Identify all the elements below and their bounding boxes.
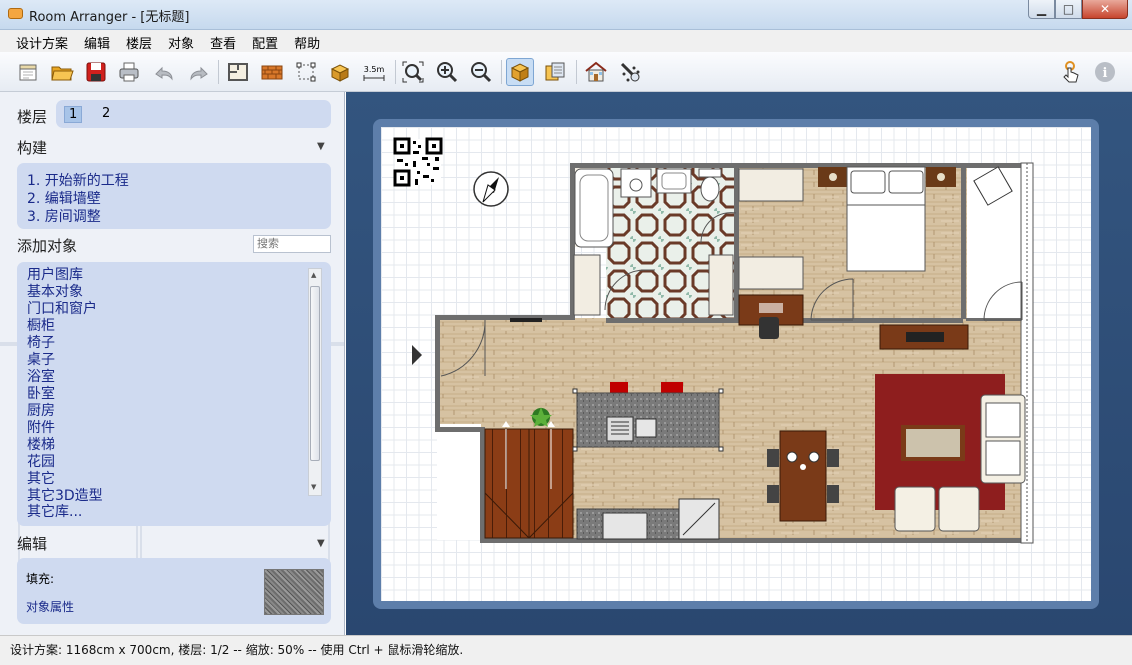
info-icon[interactable]: i [1091,58,1119,86]
measure-button[interactable]: 3.5m [360,58,388,86]
wall-icon[interactable] [258,58,286,86]
compass-icon [473,171,509,207]
new-icon[interactable] [14,58,42,86]
scroll-thumb[interactable] [310,286,320,461]
build-collapse-icon[interactable]: ▼ [317,141,325,152]
menu-bar: 设计方案 编辑 楼层 对象 查看 配置 帮助 [0,30,1132,52]
help-touch-icon[interactable] [1057,58,1085,86]
title-bar: Room Arranger - [无标题] ▁ □ ✕ [0,0,1132,30]
step-new-project[interactable]: 1. 开始新的工程 [27,170,129,190]
menu-object[interactable]: 对象 [160,30,202,52]
more-libraries-link[interactable]: 其它库... [27,504,317,521]
scroll-down-icon[interactable]: ▼ [311,483,316,491]
object-icon[interactable] [326,58,354,86]
toolbar: 3.5m i [0,52,1132,92]
list-item[interactable]: 椅子 [27,335,55,352]
menu-view[interactable]: 查看 [202,30,244,52]
list-item[interactable]: 其它 [27,471,55,488]
zoom-fit-icon[interactable] [399,58,427,86]
list-item[interactable]: 其它3D造型 [27,488,103,505]
qr-code-icon [393,137,443,187]
view-layers-icon[interactable] [541,58,569,86]
redo-icon[interactable] [185,58,213,86]
list-item[interactable]: 桌子 [27,352,55,369]
print-icon[interactable] [115,58,143,86]
svg-text:i: i [1103,66,1108,81]
list-item[interactable]: 卧室 [27,386,55,403]
build-steps: 1. 开始新的工程 2. 编辑墙壁 3. 房间调整 [17,163,331,229]
status-text: 设计方案: 1168cm x 700cm, 楼层: 1/2 -- 缩放: 50%… [10,643,464,657]
build-section-title[interactable]: 构建 [17,137,47,158]
floor-selector: 1 2 [56,100,331,128]
list-item[interactable]: 基本对象 [27,284,83,301]
step-adjust-rooms[interactable]: 3. 房间调整 [27,206,101,226]
object-properties-link[interactable]: 对象属性 [26,598,74,615]
effects-icon[interactable] [616,58,644,86]
menu-edit[interactable]: 编辑 [76,30,118,52]
view-2d-icon[interactable] [506,58,534,86]
polyline-icon[interactable] [292,58,320,86]
list-item[interactable]: 附件 [27,420,55,437]
category-scrollbar[interactable]: ▲ ▼ [308,268,322,496]
category-list: 用户图库 基本对象 门口和窗户 橱柜 椅子 桌子 浴室 卧室 厨房 附件 楼梯 … [17,262,331,526]
list-item[interactable]: 浴室 [27,369,55,386]
minimize-button[interactable]: ▁ [1028,0,1055,19]
window-title: Room Arranger - [无标题] [29,10,190,25]
edit-section-title[interactable]: 编辑 [17,533,47,554]
status-bar: 设计方案: 1168cm x 700cm, 楼层: 1/2 -- 缩放: 50%… [0,635,1132,665]
app-icon [8,8,23,19]
view-3d-icon[interactable] [582,58,610,86]
floor-plan[interactable] [381,127,1091,601]
staircase [484,421,574,539]
scroll-up-icon[interactable]: ▲ [311,271,316,279]
fill-label: 填充: [26,572,55,586]
entry-arrow-icon [412,345,422,365]
window-left [510,318,542,322]
maximize-button[interactable]: □ [1055,0,1082,19]
menu-config[interactable]: 配置 [244,30,286,52]
save-icon[interactable] [82,58,110,86]
floor-label: 楼层 [17,108,48,126]
close-button[interactable]: ✕ [1082,0,1128,19]
menu-design[interactable]: 设计方案 [8,30,76,52]
floor-tab-1[interactable]: 1 [64,106,83,123]
list-item[interactable]: 门口和窗户 [27,301,97,318]
list-item[interactable]: 花园 [27,454,55,471]
list-item[interactable]: 厨房 [27,403,55,420]
fill-texture-swatch[interactable] [264,569,324,615]
floor-tab-2[interactable]: 2 [98,106,114,121]
list-item[interactable]: 橱柜 [27,318,55,335]
svg-text:3.5m: 3.5m [364,65,385,74]
edit-collapse-icon[interactable]: ▼ [317,538,325,549]
add-objects-title: 添加对象 [17,237,78,255]
step-edit-walls[interactable]: 2. 编辑墙壁 [27,188,101,208]
list-item[interactable]: 楼梯 [27,437,55,454]
undo-icon[interactable] [150,58,178,86]
open-icon[interactable] [48,58,76,86]
floor-plan-paper[interactable] [381,127,1091,601]
zoom-in-icon[interactable] [433,58,461,86]
zoom-out-icon[interactable] [467,58,495,86]
search-input[interactable] [253,235,331,253]
list-item[interactable]: 用户图库 [27,267,83,284]
room-icon[interactable] [224,58,252,86]
menu-help[interactable]: 帮助 [286,30,328,52]
menu-floor[interactable]: 楼层 [118,30,160,52]
